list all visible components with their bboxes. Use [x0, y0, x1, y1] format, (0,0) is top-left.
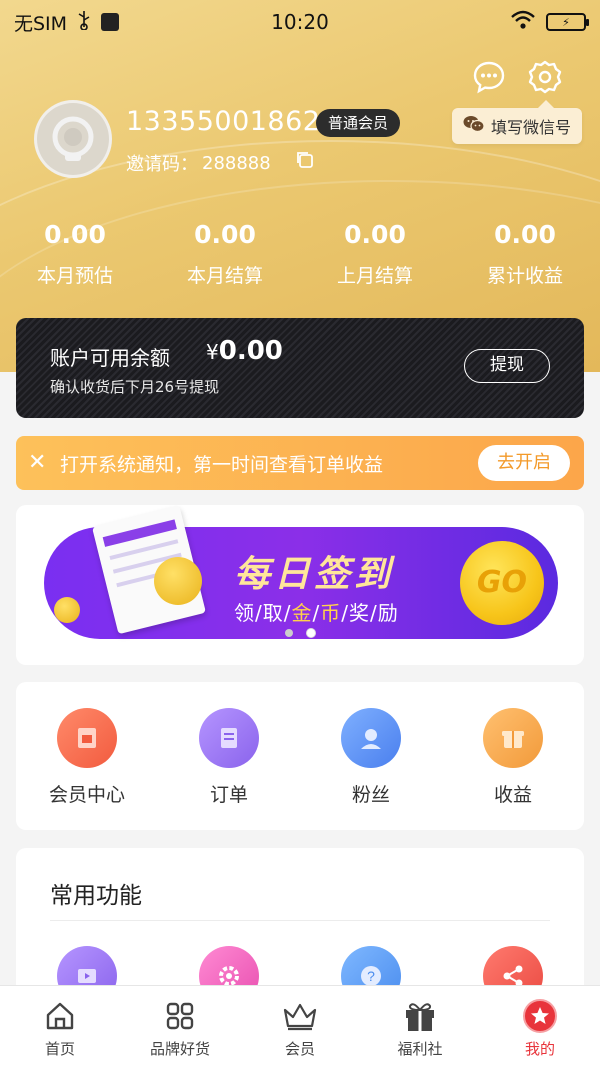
stat-item[interactable]: 0.00 本月结算: [150, 220, 300, 288]
stat-item[interactable]: 0.00 本月预估: [0, 220, 150, 288]
notification-text: 打开系统通知，第一时间查看订单收益: [60, 453, 384, 476]
quick-action-label: 订单: [209, 784, 248, 806]
coin-illustration: [54, 597, 80, 623]
svg-text:?: ?: [367, 968, 375, 984]
carousel-indicator: [16, 629, 584, 637]
withdraw-button[interactable]: 提现: [464, 349, 550, 383]
invite-code-label: 邀请码：: [126, 154, 198, 175]
header-background: [0, 0, 600, 372]
carousel-dot-active[interactable]: [307, 629, 315, 637]
fill-wechat-button[interactable]: 填写微信号: [452, 100, 582, 144]
balance-value: 0.00: [218, 336, 283, 366]
home-icon: [44, 998, 76, 1034]
stat-label: 上月结算: [336, 265, 413, 287]
grid-icon: [164, 998, 196, 1034]
stat-value: 0.00: [494, 220, 556, 249]
notification-banner: ✕ 打开系统通知，第一时间查看订单收益 去开启: [16, 436, 584, 490]
balance-note: 确认收货后下月26号提现: [50, 378, 220, 396]
coin-illustration: [154, 557, 202, 605]
stat-item[interactable]: 0.00 上月结算: [300, 220, 450, 288]
divider: [50, 920, 550, 921]
status-bar: 无SIM 10:20 ⚡: [0, 0, 600, 44]
invite-code-row: 邀请码： 288888: [126, 150, 271, 176]
avatar[interactable]: [34, 100, 112, 178]
daily-signin-banner[interactable]: 每日签到 领/取/金/币/奖/励 GO: [44, 505, 558, 639]
header-actions: [472, 60, 562, 94]
invite-code-value: 288888: [202, 152, 271, 174]
banner-subtitle: 领/取/金/币/奖/励: [234, 601, 399, 625]
quick-action-earnings[interactable]: 收益: [442, 682, 584, 830]
balance-title: 账户可用余额: [50, 346, 170, 370]
stat-value: 0.00: [344, 220, 406, 249]
star-badge-icon: [522, 998, 558, 1034]
tab-label: 品牌好货: [149, 1040, 210, 1058]
balance-card: 账户可用余额 ¥0.00 确认收货后下月26号提现 提现: [16, 318, 584, 418]
phone-number: 13355001862: [126, 106, 321, 137]
member-level-badge: 普通会员: [316, 109, 401, 137]
banner-carousel: 每日签到 领/取/金/币/奖/励 GO: [16, 505, 584, 665]
clock: 10:20: [271, 10, 329, 34]
bottom-tab-bar: 首页 品牌好货 会员 福利社 我的: [0, 985, 600, 1067]
quick-action-label: 粉丝: [351, 784, 390, 806]
stat-label: 本月预估: [36, 265, 113, 287]
crown-icon: [281, 998, 319, 1034]
balance-amount: ¥0.00: [206, 336, 283, 366]
quick-action-fans[interactable]: 粉丝: [300, 682, 442, 830]
tab-label: 会员: [284, 1040, 315, 1058]
section-title: 常用功能: [50, 883, 142, 909]
gift-icon: [403, 998, 437, 1034]
tab-brand-goods[interactable]: 品牌好货: [120, 986, 240, 1067]
stat-value: 0.00: [194, 220, 256, 249]
wechat-button-label: 填写微信号: [490, 118, 571, 137]
tab-member[interactable]: 会员: [240, 986, 360, 1067]
copy-icon[interactable]: [295, 150, 315, 174]
carousel-dot[interactable]: [285, 629, 293, 637]
quick-action-order[interactable]: 订单: [158, 682, 300, 830]
tab-home[interactable]: 首页: [0, 986, 120, 1067]
order-icon: [199, 708, 259, 768]
tab-label: 我的: [524, 1040, 555, 1058]
go-button[interactable]: GO: [460, 541, 544, 625]
earnings-icon: [483, 708, 543, 768]
quick-action-member-center[interactable]: 会员中心: [16, 682, 158, 830]
tab-mine[interactable]: 我的: [480, 986, 600, 1067]
currency-symbol: ¥: [206, 340, 219, 364]
enable-notification-button[interactable]: 去开启: [478, 445, 570, 481]
wechat-icon: [463, 115, 485, 137]
close-icon[interactable]: ✕: [28, 452, 48, 474]
stat-label: 本月结算: [186, 265, 263, 287]
tab-welfare[interactable]: 福利社: [360, 986, 480, 1067]
stat-item[interactable]: 0.00 累计收益: [450, 220, 600, 288]
tab-label: 首页: [44, 1040, 75, 1058]
banner-title: 每日签到: [234, 554, 395, 595]
message-icon[interactable]: [472, 60, 506, 94]
earnings-stats: 0.00 本月预估 0.00 本月结算 0.00 上月结算 0.00 累计收益: [0, 220, 600, 288]
stat-value: 0.00: [44, 220, 106, 249]
battery-icon: ⚡: [546, 13, 589, 31]
fans-icon: [341, 708, 401, 768]
quick-action-label: 会员中心: [48, 784, 125, 806]
tab-label: 福利社: [397, 1040, 443, 1058]
quick-actions-card: 会员中心 订单 粉丝 收益: [16, 682, 584, 830]
stat-label: 累计收益: [486, 265, 563, 287]
settings-icon[interactable]: [528, 60, 562, 94]
member-center-icon: [57, 708, 117, 768]
quick-action-label: 收益: [493, 784, 532, 806]
